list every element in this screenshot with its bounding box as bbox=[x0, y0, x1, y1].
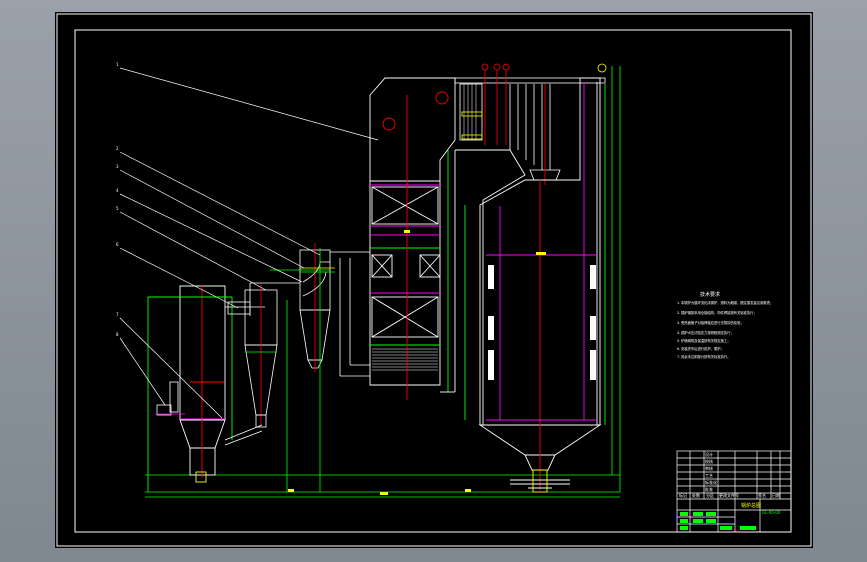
furnace-outlet-duct bbox=[286, 248, 370, 492]
leader-label: 6 bbox=[116, 242, 119, 247]
tb-col-label: 分区 bbox=[706, 493, 714, 498]
tb-row-label: 标准化 bbox=[705, 480, 717, 485]
note-line: 3. 受热面管子对接焊缝应进行无损探伤检验； bbox=[677, 321, 744, 325]
cyclone-secondary bbox=[299, 243, 335, 372]
leader-label: 7 bbox=[116, 312, 119, 317]
tb-col-label: 日期 bbox=[772, 493, 780, 498]
leader-label: 5 bbox=[116, 206, 119, 211]
drawing-title: 锅炉总图 bbox=[741, 503, 762, 509]
note-line: 6. 安装完毕后进行烘炉、煮炉； bbox=[677, 347, 724, 351]
rear-pass bbox=[440, 149, 526, 393]
cad-viewport: 1 2 3 4 5 6 7 8 技术要求 1. 本锅炉为循环流化床锅炉，燃料为烟… bbox=[0, 0, 867, 562]
tb-col-label: 更改文件号 bbox=[719, 493, 739, 498]
furnace bbox=[464, 77, 606, 493]
leader-label: 1 bbox=[116, 62, 119, 67]
tb-row-label: 校核 bbox=[705, 459, 713, 464]
flue-ducts bbox=[224, 269, 330, 446]
boiler-drawing bbox=[56, 13, 812, 547]
note-line: 7. 其余未注明部分按有关标准执行。 bbox=[677, 355, 731, 359]
tb-col-label: 标记 bbox=[679, 493, 687, 498]
drum-superheater bbox=[454, 63, 607, 185]
note-line: 1. 本锅炉为循环流化床锅炉，燃料为烟煤，额定蒸发量见参数表； bbox=[677, 301, 774, 305]
tb-col-label: 签名 bbox=[758, 493, 766, 498]
note-line: 5. 炉墙砌筑及保温按有关规定施工； bbox=[677, 339, 731, 343]
leader-label: 8 bbox=[116, 332, 119, 337]
note-line: 2. 锅炉钢架采用全钢结构，构件焊接按有关标准执行； bbox=[677, 311, 757, 315]
ground-lines bbox=[145, 66, 621, 498]
leader-label: 4 bbox=[116, 188, 119, 193]
tb-row-label: 工艺 bbox=[705, 473, 713, 478]
outer-frame bbox=[56, 13, 812, 547]
leader-label: 3 bbox=[116, 164, 119, 169]
leader-lines bbox=[119, 67, 379, 419]
boiler-body bbox=[369, 77, 456, 400]
tb-row-label: 审核 bbox=[705, 466, 713, 471]
notes-title: 技术要求 bbox=[700, 292, 721, 298]
dust-collector bbox=[147, 285, 233, 492]
tb-row-label: 设计 bbox=[705, 452, 713, 457]
drawing-number: GL-00-00 bbox=[762, 510, 781, 515]
tb-col-label: 处数 bbox=[692, 493, 700, 498]
fan-motor bbox=[155, 381, 185, 416]
inner-frame bbox=[74, 29, 792, 533]
note-line: 4. 锅炉水压试验压力按规程规定执行； bbox=[677, 331, 734, 335]
leader-label: 2 bbox=[116, 146, 119, 151]
